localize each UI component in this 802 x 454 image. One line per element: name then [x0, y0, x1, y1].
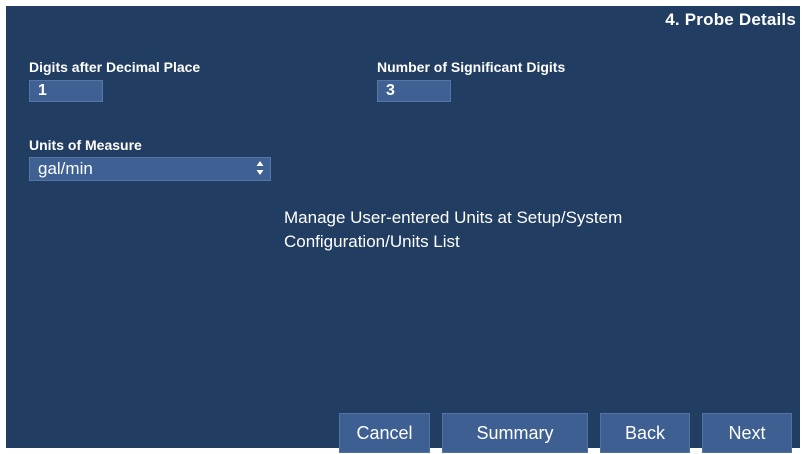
decimal-places-input[interactable]: 1 [29, 80, 103, 102]
significant-digits-label: Number of Significant Digits [377, 59, 566, 75]
updown-arrows-icon [256, 160, 264, 176]
units-management-note: Manage User-entered Units at Setup/Syste… [284, 206, 744, 254]
next-button[interactable]: Next [702, 413, 792, 453]
back-button[interactable]: Back [600, 413, 690, 453]
note-line-2: Configuration/Units List [284, 232, 460, 251]
cancel-button[interactable]: Cancel [339, 413, 430, 453]
decimal-places-label: Digits after Decimal Place [29, 59, 201, 75]
probe-details-panel: 4. Probe Details Digits after Decimal Pl… [6, 6, 800, 453]
note-line-1: Manage User-entered Units at Setup/Syste… [284, 208, 623, 227]
units-selected-value: gal/min [38, 159, 93, 178]
significant-digits-input[interactable]: 3 [377, 80, 451, 102]
units-of-measure-select[interactable]: gal/min [29, 157, 271, 181]
summary-button[interactable]: Summary [442, 413, 588, 453]
page-title: 4. Probe Details [665, 10, 796, 29]
units-of-measure-label: Units of Measure [29, 137, 142, 153]
